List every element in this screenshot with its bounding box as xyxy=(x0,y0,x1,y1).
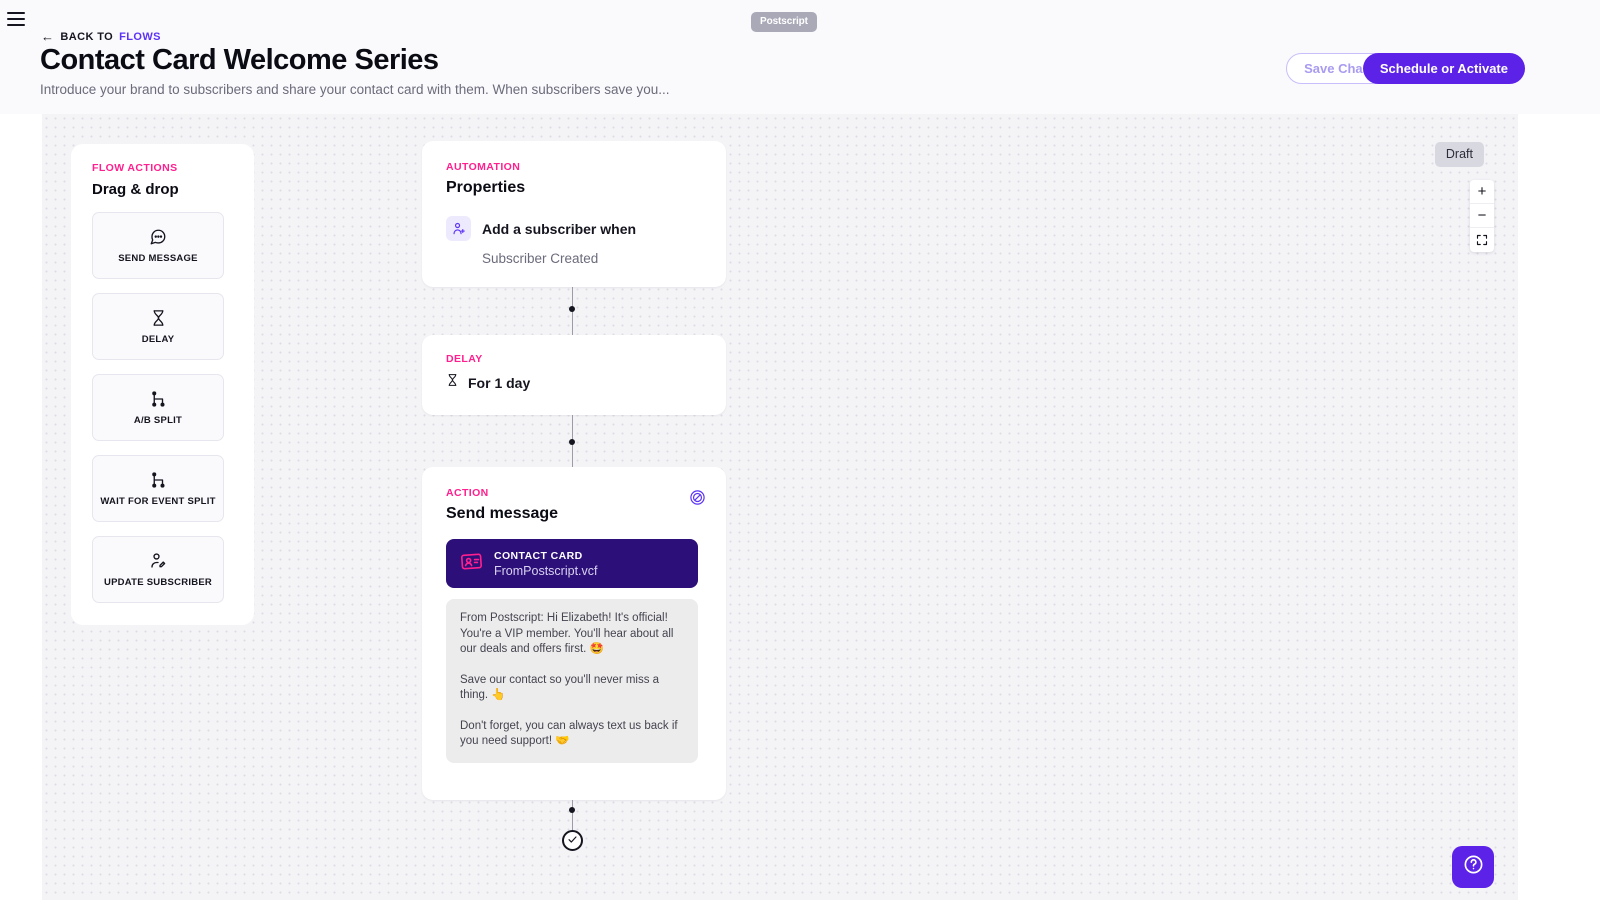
brand-logo-badge: Postscript xyxy=(751,12,817,32)
add-person-icon xyxy=(446,216,471,241)
send-message-action-node[interactable]: ACTION Send message CONTACT CARD FromPos… xyxy=(422,467,726,800)
page-subtitle: Introduce your brand to subscribers and … xyxy=(40,82,670,97)
palette-item-label: A/B SPLIT xyxy=(133,414,183,426)
palette-eyebrow: FLOW ACTIONS xyxy=(92,162,178,174)
connector-dot xyxy=(569,306,575,312)
delay-node[interactable]: DELAY For 1 day xyxy=(422,335,726,415)
zoom-in-button[interactable]: + xyxy=(1470,180,1494,204)
flow-end-node xyxy=(562,830,583,851)
message-paragraph: Save our contact so you'll never miss a … xyxy=(460,673,660,702)
page-title: Contact Card Welcome Series xyxy=(40,44,439,76)
connector-action-to-end xyxy=(572,800,573,832)
contact-card-filename: FromPostscript.vcf xyxy=(494,563,598,578)
fit-screen-button[interactable] xyxy=(1470,228,1494,252)
connector-dot xyxy=(569,807,575,813)
schedule-or-activate-button[interactable]: Schedule or Activate xyxy=(1362,53,1525,84)
palette-item-update-subscriber[interactable]: UPDATE SUBSCRIBER xyxy=(92,536,224,603)
palette-item-label: WAIT FOR EVENT SPLIT xyxy=(100,495,216,507)
palette-item-send-message[interactable]: SEND MESSAGE xyxy=(92,212,224,279)
flow-actions-palette: FLOW ACTIONS Drag & drop SEND MESSAGE DE… xyxy=(71,144,254,625)
palette-item-label: SEND MESSAGE xyxy=(118,252,198,264)
zoom-out-button[interactable]: − xyxy=(1470,204,1494,228)
split-branch-icon xyxy=(149,471,167,489)
help-button[interactable] xyxy=(1452,846,1494,888)
palette-item-label: DELAY xyxy=(141,333,175,345)
node-title: Properties xyxy=(446,179,526,196)
contact-card-icon xyxy=(460,550,483,578)
node-eyebrow: DELAY xyxy=(446,353,483,365)
back-to-flows-link[interactable]: ← BACK TO FLOWS xyxy=(41,30,161,43)
message-preview-bubble: From Postscript: Hi Elizabeth! It's offi… xyxy=(446,599,698,763)
palette-item-wait-for-event-split[interactable]: WAIT FOR EVENT SPLIT xyxy=(92,455,224,522)
palette-title: Drag & drop xyxy=(92,181,179,198)
back-arrow-icon: ← xyxy=(41,29,55,44)
message-paragraph: Don't forget, you can always text us bac… xyxy=(460,719,678,748)
hamburger-icon[interactable] xyxy=(7,12,25,26)
trigger-value: Subscriber Created xyxy=(482,251,599,266)
back-link-prefix: BACK TO xyxy=(60,30,114,43)
check-circle-icon xyxy=(567,832,578,850)
back-link-target: FLOWS xyxy=(119,30,161,43)
node-eyebrow: AUTOMATION xyxy=(446,161,521,173)
hourglass-icon xyxy=(150,309,167,327)
page-header: ← BACK TO FLOWS Contact Card Welcome Ser… xyxy=(0,0,1600,114)
contact-card-kicker: CONTACT CARD xyxy=(494,549,583,562)
delay-text: For 1 day xyxy=(468,374,531,391)
message-paragraph: From Postscript: Hi Elizabeth! It's offi… xyxy=(460,612,674,655)
palette-item-delay[interactable]: DELAY xyxy=(92,293,224,360)
palette-item-label: UPDATE SUBSCRIBER xyxy=(103,576,213,588)
message-bubble-icon xyxy=(149,228,167,246)
contact-card-attachment[interactable]: CONTACT CARD FromPostscript.vcf xyxy=(446,539,698,588)
node-title: Send message xyxy=(446,505,559,522)
zoom-controls: + − xyxy=(1470,180,1494,252)
edit-person-icon xyxy=(149,552,167,570)
delay-row: For 1 day xyxy=(446,373,702,392)
flow-canvas[interactable]: FLOW ACTIONS Drag & drop SEND MESSAGE DE… xyxy=(42,114,1518,900)
split-branch-icon xyxy=(149,390,167,408)
no-discount-icon[interactable] xyxy=(689,489,706,511)
automation-properties-node[interactable]: AUTOMATION Properties Add a subscriber w… xyxy=(422,141,726,287)
palette-item-ab-split[interactable]: A/B SPLIT xyxy=(92,374,224,441)
node-eyebrow: ACTION xyxy=(446,487,489,499)
trigger-label: Add a subscriber when xyxy=(482,220,637,237)
status-badge: Draft xyxy=(1434,142,1484,167)
connector-dot xyxy=(569,439,575,445)
hourglass-icon xyxy=(446,373,459,392)
help-circle-icon xyxy=(1463,854,1484,880)
trigger-row: Add a subscriber when xyxy=(446,216,702,241)
